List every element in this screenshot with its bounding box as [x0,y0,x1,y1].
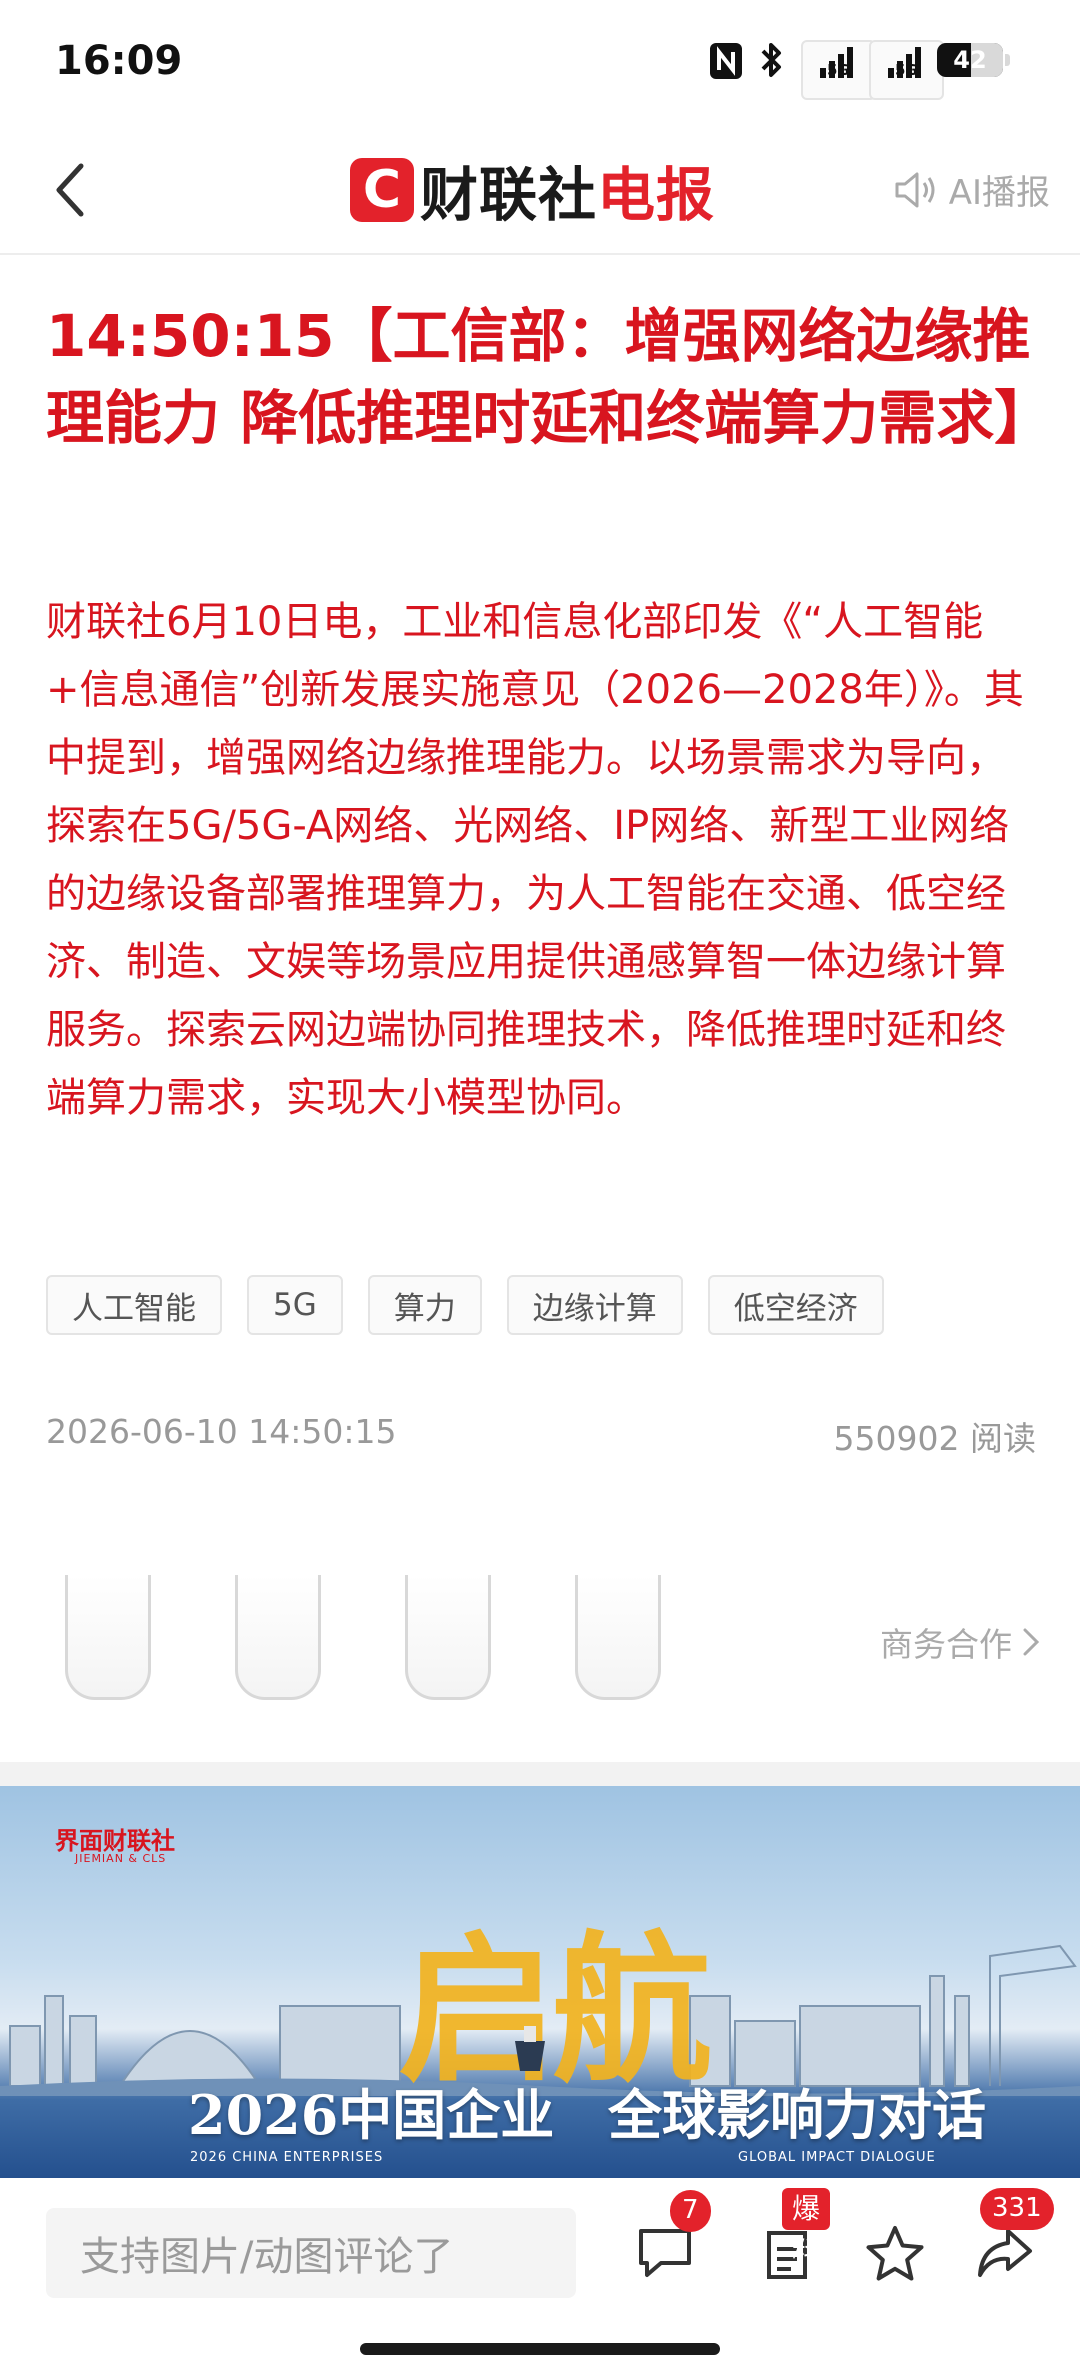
publish-datetime: 2026-06-10 14:50:15 [46,1412,397,1451]
app-logo: C 财联社电报 [350,150,715,230]
banner-en-left: 2026 CHINA ENTERPRISES [190,2150,384,2165]
banner-line-left: 2026中国企业 [188,2083,555,2147]
status-icons: 5G 5G 42 [709,40,1010,100]
tag-item[interactable]: 人工智能 [46,1275,222,1335]
article-meta: 2026-06-10 14:50:15 550902 阅读 [46,1412,1036,1460]
nfc-icon [709,40,743,80]
read-count: 550902 阅读 [833,1419,1036,1458]
report-news-button[interactable]: 爆料 [752,2188,831,2288]
ad-product-image [405,1575,491,1700]
logo-text: 财联社电报 [420,148,715,232]
bottom-action-bar: 支持图片/动图评论了 7 爆料 331 [0,2178,1080,2376]
comment-count-badge: 7 [670,2190,711,2232]
star-icon [866,2226,924,2281]
bluetooth-icon [759,40,785,80]
tag-item[interactable]: 边缘计算 [506,1275,683,1335]
ad-product-strip[interactable] [65,1575,661,1700]
chevron-left-icon [56,163,84,217]
status-bar: 16:09 5G 5G 42 [0,0,1080,125]
comments-button[interactable]: 7 [630,2190,711,2288]
comment-input[interactable]: 支持图片/动图评论了 [46,2208,576,2298]
favorite-button[interactable] [860,2218,930,2288]
share-button[interactable]: 331 [970,2188,1054,2288]
share-count-badge: 331 [980,2188,1054,2230]
tag-item[interactable]: 5G [247,1275,343,1335]
ship-illustration [515,2026,545,2071]
section-divider [0,1762,1080,1786]
logo-text-brand: 财联社 [420,161,598,229]
article-body: 财联社6月10日电，工业和信息化部印发《“人工智能+信息通信”创新发展实施意见（… [46,599,1024,1121]
speaker-icon [895,172,935,207]
status-time: 16:09 [55,38,183,84]
home-indicator[interactable] [360,2343,720,2355]
article-headline: 14:50:15【工信部：增强网络边缘推理能力 降低推理时延和终端算力需求】 [46,302,1053,452]
signal-icon-sim2: 5G [869,40,944,100]
banner-brand-logo: 界面财联社 [55,1827,175,1855]
banner-brand-subtitle: JIEMIAN & CLS [75,1852,167,1865]
battery-tip [1005,54,1010,66]
logo-text-telegraph: 电报 [597,161,716,229]
business-cooperation-link[interactable]: 商务合作 [880,1618,1040,1666]
ad-product-image [235,1575,321,1700]
banner-en-right: GLOBAL IMPACT DIALOGUE [738,2150,936,2165]
logo-mark: C [350,158,414,222]
ad-product-image [65,1575,151,1700]
share-icon [978,2229,1032,2277]
promo-banner[interactable]: 界面财联社 JIEMIAN & CLS 启航 2026中国企业 全球影响力对话 … [0,1786,1080,2178]
ad-product-image [575,1575,661,1700]
ai-play-label: AI播报 [948,173,1050,213]
signal-icon-sim1: 5G [801,40,876,100]
battery-icon: 42 [937,43,1003,77]
comment-icon [639,2229,691,2277]
ai-play-button[interactable]: AI播报 [893,165,1050,214]
banner-line-right: 全球影响力对话 [608,2083,986,2147]
report-news-badge: 爆料 [782,2188,831,2267]
battery-level: 42 [953,46,987,74]
chevron-right-icon [1023,1628,1040,1656]
tag-list: 人工智能 5G 算力 边缘计算 低空经济 [46,1275,884,1335]
top-nav-bar: C 财联社电报 AI播报 [0,125,1080,255]
back-button[interactable] [40,155,100,225]
tag-item[interactable]: 低空经济 [707,1275,884,1335]
tag-item[interactable]: 算力 [367,1275,482,1335]
comment-placeholder: 支持图片/动图评论了 [80,2234,454,2280]
business-cooperation-label: 商务合作 [880,1625,1012,1664]
